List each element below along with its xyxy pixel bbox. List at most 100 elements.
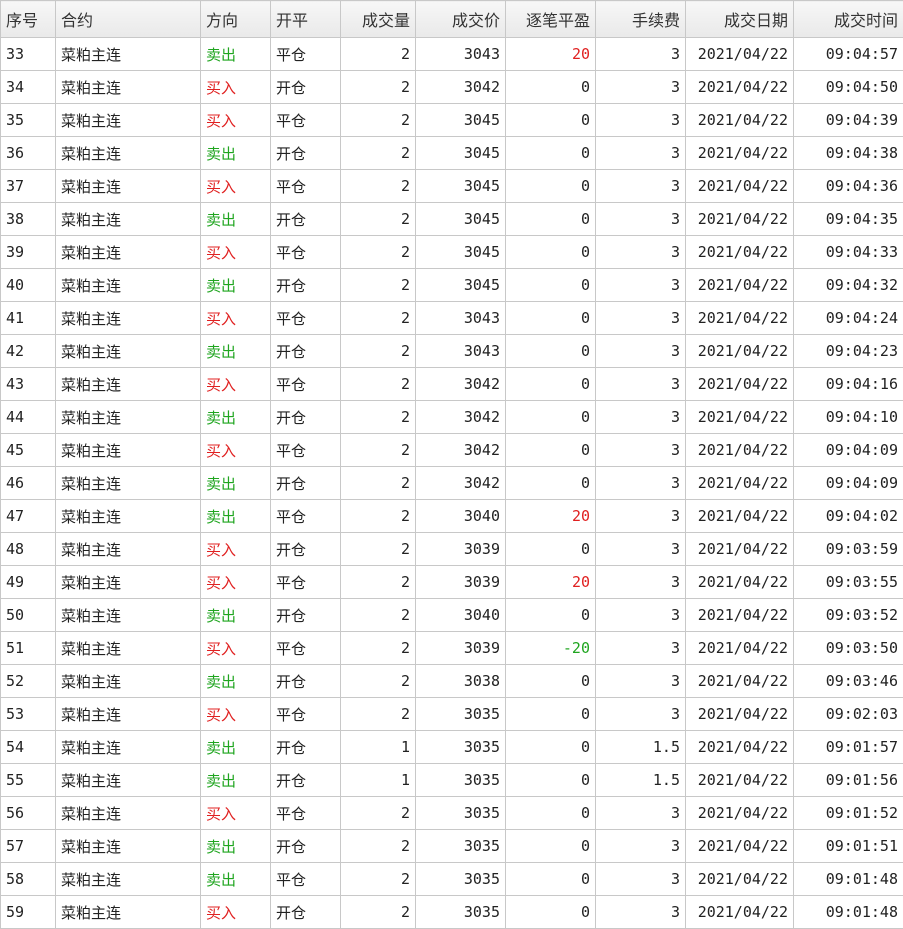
- column-header-price[interactable]: 成交价: [416, 1, 506, 38]
- column-header-direction[interactable]: 方向: [201, 1, 271, 38]
- cell-offset: 开仓: [271, 335, 341, 368]
- cell-fee: 3: [596, 269, 686, 302]
- cell-volume: 2: [341, 137, 416, 170]
- cell-time: 09:01:56: [794, 764, 903, 797]
- table-row[interactable]: 34 菜粕主连 买入 开仓 2 3042 0 3 2021/04/22 09:0…: [1, 71, 903, 104]
- table-row[interactable]: 44 菜粕主连 卖出 开仓 2 3042 0 3 2021/04/22 09:0…: [1, 401, 903, 434]
- cell-volume: 2: [341, 665, 416, 698]
- column-header-fee[interactable]: 手续费: [596, 1, 686, 38]
- cell-price: 3045: [416, 203, 506, 236]
- table-row[interactable]: 36 菜粕主连 卖出 开仓 2 3045 0 3 2021/04/22 09:0…: [1, 137, 903, 170]
- cell-seq: 51: [1, 632, 56, 665]
- cell-seq: 40: [1, 269, 56, 302]
- table-row[interactable]: 49 菜粕主连 买入 平仓 2 3039 20 3 2021/04/22 09:…: [1, 566, 903, 599]
- cell-fee: 3: [596, 434, 686, 467]
- table-row[interactable]: 53 菜粕主连 买入 平仓 2 3035 0 3 2021/04/22 09:0…: [1, 698, 903, 731]
- table-row[interactable]: 42 菜粕主连 卖出 开仓 2 3043 0 3 2021/04/22 09:0…: [1, 335, 903, 368]
- cell-offset: 开仓: [271, 731, 341, 764]
- cell-offset: 平仓: [271, 38, 341, 71]
- cell-pnl: 0: [506, 170, 596, 203]
- table-row[interactable]: 37 菜粕主连 买入 平仓 2 3045 0 3 2021/04/22 09:0…: [1, 170, 903, 203]
- cell-price: 3039: [416, 533, 506, 566]
- table-row[interactable]: 57 菜粕主连 卖出 开仓 2 3035 0 3 2021/04/22 09:0…: [1, 830, 903, 863]
- cell-pnl: 20: [506, 566, 596, 599]
- cell-direction: 卖出: [201, 665, 271, 698]
- column-header-contract[interactable]: 合约: [56, 1, 201, 38]
- cell-contract: 菜粕主连: [56, 335, 201, 368]
- cell-price: 3042: [416, 71, 506, 104]
- cell-time: 09:03:46: [794, 665, 903, 698]
- cell-contract: 菜粕主连: [56, 698, 201, 731]
- table-row[interactable]: 48 菜粕主连 买入 开仓 2 3039 0 3 2021/04/22 09:0…: [1, 533, 903, 566]
- column-header-date[interactable]: 成交日期: [686, 1, 794, 38]
- table-row[interactable]: 56 菜粕主连 买入 平仓 2 3035 0 3 2021/04/22 09:0…: [1, 797, 903, 830]
- cell-offset: 平仓: [271, 434, 341, 467]
- cell-pnl: 0: [506, 533, 596, 566]
- table-row[interactable]: 55 菜粕主连 卖出 开仓 1 3035 0 1.5 2021/04/22 09…: [1, 764, 903, 797]
- cell-direction: 卖出: [201, 599, 271, 632]
- cell-offset: 开仓: [271, 830, 341, 863]
- table-row[interactable]: 33 菜粕主连 卖出 平仓 2 3043 20 3 2021/04/22 09:…: [1, 38, 903, 71]
- cell-price: 3040: [416, 599, 506, 632]
- table-row[interactable]: 43 菜粕主连 买入 平仓 2 3042 0 3 2021/04/22 09:0…: [1, 368, 903, 401]
- table-row[interactable]: 58 菜粕主连 卖出 平仓 2 3035 0 3 2021/04/22 09:0…: [1, 863, 903, 896]
- cell-date: 2021/04/22: [686, 137, 794, 170]
- cell-time: 09:04:16: [794, 368, 903, 401]
- cell-offset: 平仓: [271, 698, 341, 731]
- cell-pnl: 0: [506, 104, 596, 137]
- cell-contract: 菜粕主连: [56, 302, 201, 335]
- cell-fee: 3: [596, 863, 686, 896]
- cell-price: 3045: [416, 170, 506, 203]
- cell-direction: 买入: [201, 434, 271, 467]
- cell-contract: 菜粕主连: [56, 500, 201, 533]
- cell-price: 3039: [416, 566, 506, 599]
- cell-pnl: 0: [506, 203, 596, 236]
- cell-direction: 卖出: [201, 203, 271, 236]
- cell-seq: 55: [1, 764, 56, 797]
- cell-price: 3035: [416, 863, 506, 896]
- table-row[interactable]: 45 菜粕主连 买入 平仓 2 3042 0 3 2021/04/22 09:0…: [1, 434, 903, 467]
- cell-time: 09:04:38: [794, 137, 903, 170]
- column-header-volume[interactable]: 成交量: [341, 1, 416, 38]
- column-header-offset[interactable]: 开平: [271, 1, 341, 38]
- table-row[interactable]: 50 菜粕主连 卖出 开仓 2 3040 0 3 2021/04/22 09:0…: [1, 599, 903, 632]
- table-row[interactable]: 47 菜粕主连 卖出 平仓 2 3040 20 3 2021/04/22 09:…: [1, 500, 903, 533]
- table-row[interactable]: 38 菜粕主连 卖出 开仓 2 3045 0 3 2021/04/22 09:0…: [1, 203, 903, 236]
- table-row[interactable]: 41 菜粕主连 买入 平仓 2 3043 0 3 2021/04/22 09:0…: [1, 302, 903, 335]
- cell-seq: 54: [1, 731, 56, 764]
- cell-fee: 3: [596, 830, 686, 863]
- table-row[interactable]: 35 菜粕主连 买入 平仓 2 3045 0 3 2021/04/22 09:0…: [1, 104, 903, 137]
- cell-seq: 36: [1, 137, 56, 170]
- table-row[interactable]: 39 菜粕主连 买入 平仓 2 3045 0 3 2021/04/22 09:0…: [1, 236, 903, 269]
- column-header-seq[interactable]: 序号: [1, 1, 56, 38]
- table-row[interactable]: 59 菜粕主连 买入 开仓 2 3035 0 3 2021/04/22 09:0…: [1, 896, 903, 929]
- cell-contract: 菜粕主连: [56, 401, 201, 434]
- cell-fee: 3: [596, 566, 686, 599]
- cell-volume: 2: [341, 335, 416, 368]
- cell-seq: 38: [1, 203, 56, 236]
- cell-price: 3035: [416, 764, 506, 797]
- table-row[interactable]: 52 菜粕主连 卖出 开仓 2 3038 0 3 2021/04/22 09:0…: [1, 665, 903, 698]
- table-row[interactable]: 54 菜粕主连 卖出 开仓 1 3035 0 1.5 2021/04/22 09…: [1, 731, 903, 764]
- cell-offset: 平仓: [271, 236, 341, 269]
- table-row[interactable]: 40 菜粕主连 卖出 开仓 2 3045 0 3 2021/04/22 09:0…: [1, 269, 903, 302]
- cell-date: 2021/04/22: [686, 203, 794, 236]
- cell-time: 09:01:51: [794, 830, 903, 863]
- cell-price: 3042: [416, 467, 506, 500]
- cell-offset: 平仓: [271, 170, 341, 203]
- cell-date: 2021/04/22: [686, 467, 794, 500]
- cell-time: 09:04:02: [794, 500, 903, 533]
- cell-direction: 买入: [201, 104, 271, 137]
- cell-date: 2021/04/22: [686, 302, 794, 335]
- cell-volume: 2: [341, 401, 416, 434]
- cell-contract: 菜粕主连: [56, 896, 201, 929]
- column-header-time[interactable]: 成交时间: [794, 1, 903, 38]
- cell-seq: 37: [1, 170, 56, 203]
- column-header-pnl[interactable]: 逐笔平盈: [506, 1, 596, 38]
- table-row[interactable]: 51 菜粕主连 买入 平仓 2 3039 -20 3 2021/04/22 09…: [1, 632, 903, 665]
- cell-direction: 卖出: [201, 38, 271, 71]
- cell-contract: 菜粕主连: [56, 170, 201, 203]
- table-row[interactable]: 46 菜粕主连 卖出 开仓 2 3042 0 3 2021/04/22 09:0…: [1, 467, 903, 500]
- cell-time: 09:04:24: [794, 302, 903, 335]
- cell-volume: 2: [341, 698, 416, 731]
